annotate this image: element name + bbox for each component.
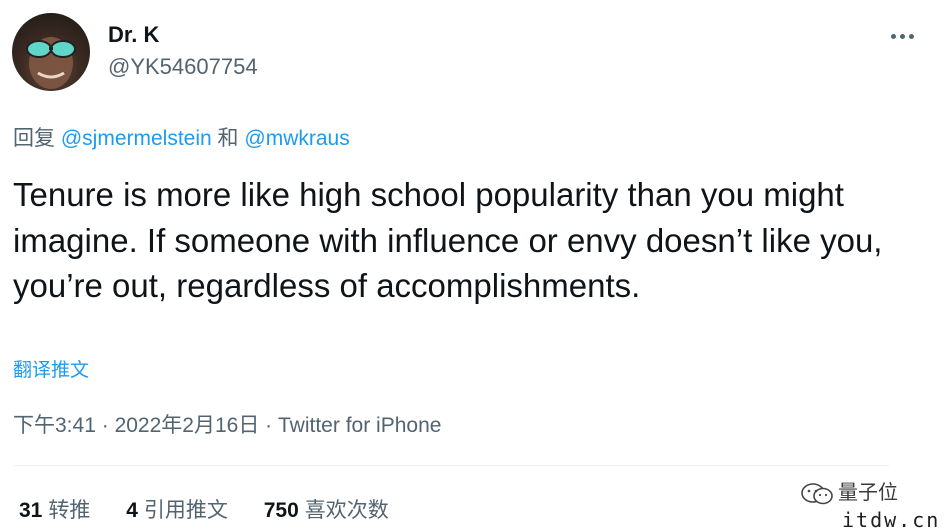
tweet-text: Tenure is more like high school populari… xyxy=(13,176,883,304)
tweet-time[interactable]: 下午3:41 xyxy=(13,414,96,437)
divider xyxy=(13,465,889,466)
likes-count: 750 xyxy=(263,499,299,522)
mention-link-sjmermelstein[interactable]: @sjmermelstein xyxy=(61,127,212,150)
tweet-date[interactable]: 2022年2月16日 xyxy=(115,414,260,437)
retweets-count: 31 xyxy=(19,499,43,522)
retweets-label: 转推 xyxy=(48,499,91,522)
tweet-meta: 下午3:41 · 2022年2月16日 · Twitter for iPhone xyxy=(13,409,441,439)
reply-conjunction: 和 xyxy=(217,127,239,150)
more-dots-icon xyxy=(891,34,896,39)
watermark-site: itdw.cn xyxy=(842,508,941,532)
quotes-label: 引用推文 xyxy=(143,499,228,522)
avatar[interactable] xyxy=(12,13,90,91)
more-options-button[interactable] xyxy=(888,22,922,50)
likes-stat[interactable]: 750 喜欢次数 xyxy=(264,494,389,524)
meta-separator: · xyxy=(101,414,109,437)
translate-tweet-link[interactable]: 翻译推文 xyxy=(13,355,89,382)
reply-context: 回复 @sjmermelstein 和 @mwkraus xyxy=(13,122,350,152)
meta-separator: · xyxy=(265,414,273,437)
tweet-source[interactable]: Twitter for iPhone xyxy=(278,414,441,437)
more-dots-icon xyxy=(900,34,905,39)
tweet-stats: 31 转推 4 引用推文 750 喜欢次数 xyxy=(19,494,419,524)
author-handle[interactable]: @YK54607754 xyxy=(108,54,258,80)
watermark-brand: 量子位 xyxy=(800,476,898,506)
watermark-brand-text: 量子位 xyxy=(838,482,898,504)
retweets-stat[interactable]: 31 转推 xyxy=(19,494,90,524)
quotes-stat[interactable]: 4 引用推文 xyxy=(126,494,228,524)
author-name[interactable]: Dr. K xyxy=(108,22,159,48)
reply-prefix: 回复 xyxy=(13,127,55,150)
likes-label: 喜欢次数 xyxy=(304,499,389,522)
avatar-image xyxy=(26,37,76,89)
wechat-icon xyxy=(801,482,833,505)
quotes-count: 4 xyxy=(126,499,138,522)
mention-link-mwkraus[interactable]: @mwkraus xyxy=(244,127,349,150)
more-dots-icon xyxy=(909,34,914,39)
